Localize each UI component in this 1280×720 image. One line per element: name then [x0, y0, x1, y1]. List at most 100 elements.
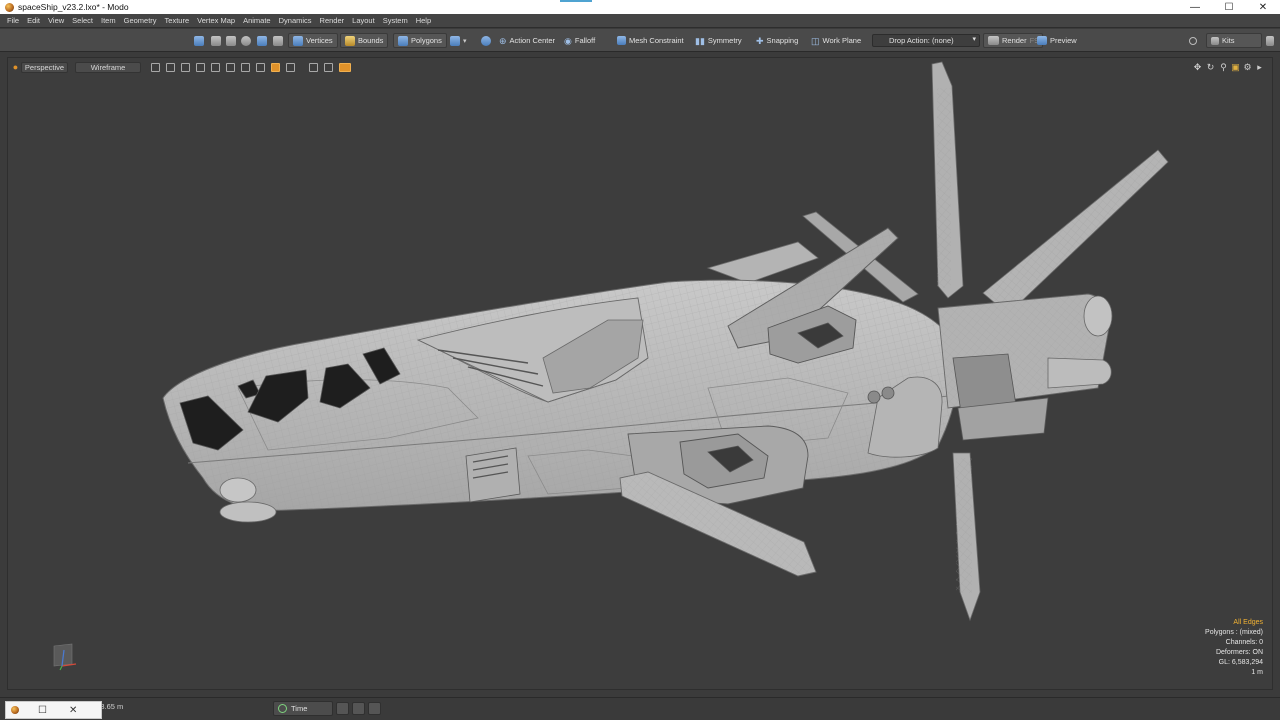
deformers-status: Deformers: ON: [1215, 649, 1263, 656]
gl-count: GL: 6,583,294: [1218, 659, 1263, 666]
spaceship-model[interactable]: [8, 58, 1273, 690]
polygons-button[interactable]: Polygons: [393, 33, 447, 48]
symmetry-icon: ▮▮: [695, 35, 705, 46]
menu-render[interactable]: Render: [316, 16, 349, 25]
vertices-button[interactable]: Vertices: [288, 33, 338, 48]
kits-label: Kits: [1222, 36, 1235, 45]
timeline-icon[interactable]: [336, 702, 349, 715]
main-toolbar: Vertices Bounds Polygons ▾ ⊕ Action Cent…: [0, 29, 1280, 52]
menu-view[interactable]: View: [44, 16, 68, 25]
polygons-icon: [398, 35, 408, 46]
solar-panel-top: [931, 61, 964, 299]
mesh-constraint-button[interactable]: Mesh Constraint: [617, 33, 684, 48]
solar-panel-right: [982, 149, 1169, 315]
menu-texture[interactable]: Texture: [161, 16, 194, 25]
kits-icon: [1211, 36, 1219, 45]
window-controls: — ☐ ✕: [1178, 0, 1280, 14]
item-mode-icon[interactable]: ▾: [450, 33, 467, 48]
action-center-button[interactable]: ⊕ Action Center: [499, 33, 555, 48]
3d-viewport[interactable]: ● Perspective Wireframe ✥ ↻ ⚲ ▣ ⚙ ▸ All …: [7, 57, 1273, 690]
action-center-label: Action Center: [509, 36, 555, 45]
materials-mode-icon[interactable]: [481, 33, 494, 48]
maximize-button[interactable]: ☐: [1212, 0, 1246, 14]
time-icon: [278, 704, 287, 713]
modo-app-icon: [5, 2, 14, 12]
menu-edit[interactable]: Edit: [23, 16, 44, 25]
render-label: Render: [1002, 36, 1027, 45]
modo-application: spaceShip_v23.2.lxo* - Modo — ☐ ✕ File E…: [0, 0, 1280, 720]
rotate-tool-icon[interactable]: [226, 33, 239, 48]
tools-icon[interactable]: [368, 702, 381, 715]
upper-left-fin: [706, 241, 819, 284]
minimize-button[interactable]: —: [1178, 0, 1212, 14]
status-bar: n, 3.65 m ☐ ✕ Time: [0, 697, 1280, 720]
search-icon: [1189, 36, 1197, 45]
preview-label: Preview: [1050, 36, 1077, 45]
taskbar-modo-window[interactable]: ☐ ✕: [5, 701, 102, 719]
menu-system[interactable]: System: [379, 16, 412, 25]
falloff-label: Falloff: [574, 36, 596, 45]
window-title: spaceShip_v23.2.lxo* - Modo: [18, 2, 129, 12]
vertices-icon: [293, 35, 303, 46]
titlebar-accent: [560, 0, 592, 2]
kits-button[interactable]: Kits: [1206, 33, 1262, 48]
restore-icon[interactable]: ☐: [38, 705, 47, 716]
menu-geometry[interactable]: Geometry: [120, 16, 161, 25]
move-tool-icon[interactable]: [211, 33, 224, 48]
time-button[interactable]: Time: [273, 701, 333, 716]
solar-panel-bottom: [952, 452, 981, 622]
polygons-label: Polygons: [411, 36, 442, 45]
grid-scale: 1 m: [1251, 669, 1263, 676]
snapping-button[interactable]: ✚ Snapping: [756, 33, 798, 48]
menu-help[interactable]: Help: [412, 16, 435, 25]
falloff-button[interactable]: ◉ Falloff: [564, 33, 595, 48]
work-plane-icon: ◫: [811, 35, 820, 46]
menu-layout[interactable]: Layout: [348, 16, 379, 25]
axis-gizmo: [53, 643, 77, 671]
preview-icon: [1037, 36, 1047, 45]
work-plane-label: Work Plane: [822, 36, 862, 45]
work-plane-button[interactable]: ◫ Work Plane: [811, 33, 861, 48]
render-icon: [988, 36, 999, 45]
toolbar-overflow-icon[interactable]: [1266, 33, 1277, 48]
time-label: Time: [291, 704, 308, 713]
bounds-button[interactable]: Bounds: [340, 33, 389, 48]
modo-taskbar-icon: [11, 706, 19, 714]
taskbar-close-icon[interactable]: ✕: [69, 705, 77, 716]
viewport-stats: All Edges Polygons : (mixed) Channels: 0…: [1205, 618, 1263, 678]
symmetry-button[interactable]: ▮▮ Symmetry: [695, 33, 742, 48]
menu-animate[interactable]: Animate: [239, 16, 275, 25]
menu-item[interactable]: Item: [97, 16, 120, 25]
menu-bar: File Edit View Select Item Geometry Text…: [0, 14, 1280, 28]
engine-assembly: [937, 293, 1113, 441]
snapping-icon: ✚: [756, 35, 764, 46]
layers-icon[interactable]: [352, 702, 365, 715]
snapping-label: Snapping: [766, 36, 799, 45]
render-button[interactable]: Render F9: [983, 33, 1044, 48]
mesh-constraint-icon: [617, 36, 626, 45]
symmetry-label: Symmetry: [707, 36, 742, 45]
chevron-down-icon: ▾: [972, 36, 976, 43]
channel-count: Channels: 0: [1225, 639, 1263, 646]
bounds-label: Bounds: [358, 36, 384, 45]
bounds-icon: [345, 35, 355, 46]
window-titlebar: spaceShip_v23.2.lxo* - Modo — ☐ ✕: [0, 0, 1280, 14]
polygon-count: Polygons : (mixed): [1205, 629, 1263, 636]
select-tool-icon[interactable]: [194, 33, 207, 48]
preview-button[interactable]: Preview: [1037, 33, 1077, 48]
menu-dynamics[interactable]: Dynamics: [275, 16, 316, 25]
lasso-tool-icon[interactable]: [241, 33, 254, 48]
close-button[interactable]: ✕: [1246, 0, 1280, 14]
menu-vertex-map[interactable]: Vertex Map: [193, 16, 239, 25]
menu-select[interactable]: Select: [68, 16, 97, 25]
selection-mode: All Edges: [1233, 619, 1263, 626]
paint-select-icon[interactable]: [257, 33, 270, 48]
menu-file[interactable]: File: [3, 16, 23, 25]
element-select-icon[interactable]: [273, 33, 286, 48]
side-vent: [465, 447, 521, 503]
mesh-constraint-label: Mesh Constraint: [629, 36, 684, 45]
action-center-icon: ⊕: [499, 35, 507, 46]
search-button[interactable]: [1189, 33, 1200, 48]
drop-action-select[interactable]: Drop Action: (none) ▾: [872, 34, 980, 47]
vertices-label: Vertices: [306, 36, 333, 45]
